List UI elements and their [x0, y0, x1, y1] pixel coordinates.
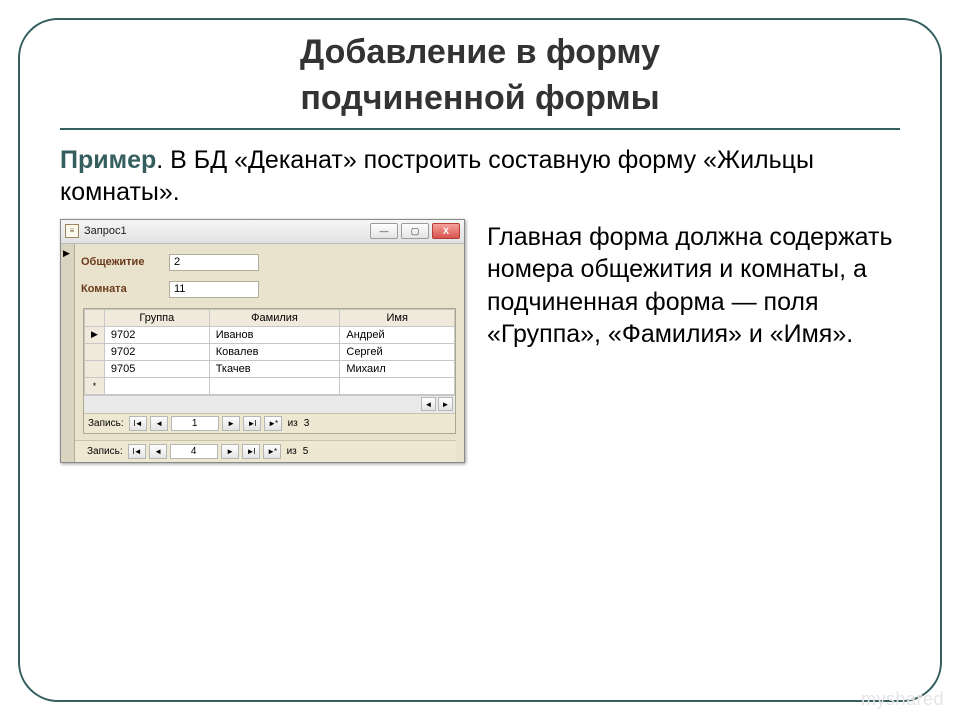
table-row[interactable]: 9702 Ковалев Сергей	[85, 343, 455, 360]
row-selector[interactable]	[85, 360, 105, 377]
nav-last-button[interactable]: ►I	[243, 416, 261, 431]
example-label: Пример	[60, 146, 156, 174]
nav-first-button[interactable]: I◄	[128, 444, 146, 459]
close-button[interactable]: X	[432, 223, 460, 239]
header-selector	[85, 309, 105, 326]
description-text: Главная форма должна содержать номера об…	[487, 219, 900, 351]
new-icon: ►*	[267, 447, 276, 456]
form-icon: ≡	[65, 224, 79, 238]
maximize-button[interactable]: ▢	[401, 223, 429, 239]
header-surname[interactable]: Фамилия	[209, 309, 340, 326]
prev-icon: ◄	[155, 419, 162, 428]
first-icon: I◄	[134, 419, 142, 428]
record-selector-main[interactable]	[61, 244, 75, 462]
minimize-icon: —	[380, 226, 389, 236]
cell-name[interactable]: Андрей	[340, 326, 455, 343]
row-selector[interactable]: ▶	[85, 326, 105, 343]
nav-last-button[interactable]: ►I	[242, 444, 260, 459]
cell-name[interactable]	[340, 377, 455, 394]
last-icon: ►I	[247, 447, 255, 456]
cell-name[interactable]: Михаил	[340, 360, 455, 377]
scroll-left-icon[interactable]: ◄	[421, 397, 436, 411]
next-icon: ►	[227, 419, 234, 428]
access-window: ≡ Запрос1 — ▢ X Общежитие 2 Комната 11	[60, 219, 465, 463]
title-line-1: Добавление в форму	[300, 33, 660, 71]
cell-group[interactable]: 9705	[104, 360, 209, 377]
cell-surname[interactable]	[209, 377, 340, 394]
title-underline	[60, 128, 900, 130]
nav-new-button[interactable]: ►*	[263, 444, 281, 459]
window-titlebar[interactable]: ≡ Запрос1 — ▢ X	[61, 220, 464, 244]
last-icon: ►I	[248, 419, 256, 428]
cell-group[interactable]: 9702	[104, 343, 209, 360]
table-row-new[interactable]: *	[85, 377, 455, 394]
nav-next-button[interactable]: ►	[221, 444, 239, 459]
close-icon: X	[443, 226, 449, 236]
cell-name[interactable]: Сергей	[340, 343, 455, 360]
scroll-right-icon[interactable]: ►	[438, 397, 453, 411]
nav-next-button[interactable]: ►	[222, 416, 240, 431]
nav-prev-button[interactable]: ◄	[150, 416, 168, 431]
subform-hscroll[interactable]: ◄ ►	[84, 395, 455, 413]
window-title: Запрос1	[84, 225, 365, 237]
title-line-2: подчиненной формы	[300, 79, 659, 117]
watermark: myshared	[861, 689, 944, 710]
maximize-icon: ▢	[411, 226, 420, 237]
table-row[interactable]: 9705 Ткачев Михаил	[85, 360, 455, 377]
field-label-obshchezhitie: Общежитие	[81, 256, 155, 268]
subform-container: Группа Фамилия Имя ▶ 9702 Иванов Андрей	[83, 308, 456, 434]
nav-of: из	[287, 446, 297, 457]
table-header-row: Группа Фамилия Имя	[85, 309, 455, 326]
nav-label: Запись:	[88, 418, 124, 429]
nav-first-button[interactable]: I◄	[129, 416, 147, 431]
cell-surname[interactable]: Иванов	[209, 326, 340, 343]
nav-total: 5	[303, 446, 309, 457]
prev-icon: ◄	[154, 447, 161, 456]
table-row[interactable]: ▶ 9702 Иванов Андрей	[85, 326, 455, 343]
row-selector[interactable]	[85, 343, 105, 360]
row-selector-new[interactable]: *	[85, 377, 105, 394]
field-input-komnata[interactable]: 11	[169, 281, 259, 298]
nav-new-button[interactable]: ►*	[264, 416, 282, 431]
cell-surname[interactable]: Ковалев	[209, 343, 340, 360]
header-name[interactable]: Имя	[340, 309, 455, 326]
nav-position-field[interactable]: 1	[171, 416, 219, 431]
cell-surname[interactable]: Ткачев	[209, 360, 340, 377]
cell-group[interactable]	[104, 377, 209, 394]
main-record-nav: Запись: I◄ ◄ 4 ► ►I ►* из 5	[69, 440, 456, 462]
nav-prev-button[interactable]: ◄	[149, 444, 167, 459]
next-icon: ►	[226, 447, 233, 456]
new-icon: ►*	[268, 419, 277, 428]
cell-group[interactable]: 9702	[104, 326, 209, 343]
subform-grid[interactable]: Группа Фамилия Имя ▶ 9702 Иванов Андрей	[84, 309, 455, 395]
example-paragraph: Пример. В БД «Деканат» построить составн…	[60, 144, 900, 209]
subform-record-nav: Запись: I◄ ◄ 1 ► ►I ►* из 3	[84, 413, 455, 433]
nav-of: из	[288, 418, 298, 429]
example-body: . В БД «Деканат» построить составную фор…	[60, 146, 814, 207]
form-body: Общежитие 2 Комната 11 Группа Фамилия Им…	[61, 244, 464, 462]
nav-total: 3	[304, 418, 310, 429]
slide-title: Добавление в форму подчиненной формы	[60, 30, 900, 122]
header-group[interactable]: Группа	[104, 309, 209, 326]
field-label-komnata: Комната	[81, 283, 155, 295]
nav-position-field[interactable]: 4	[170, 444, 218, 459]
first-icon: I◄	[133, 447, 141, 456]
nav-label: Запись:	[87, 446, 123, 457]
minimize-button[interactable]: —	[370, 223, 398, 239]
field-input-obshchezhitie[interactable]: 2	[169, 254, 259, 271]
